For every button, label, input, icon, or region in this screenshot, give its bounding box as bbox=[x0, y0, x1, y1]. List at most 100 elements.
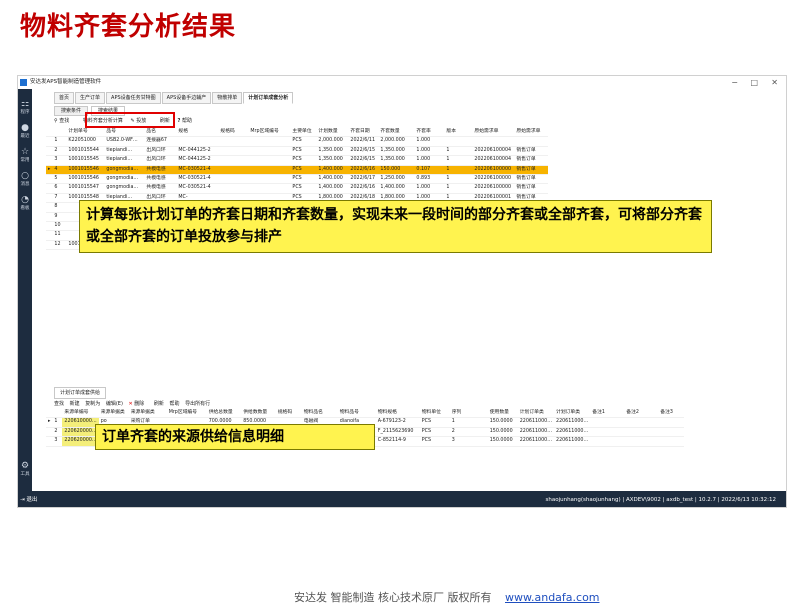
callout-supply-detail: 订单齐套的来源供给信息明细 bbox=[95, 424, 375, 450]
table-cell: 220611000… bbox=[517, 417, 555, 428]
table-cell: 2 bbox=[449, 427, 488, 438]
column-header[interactable]: 计划订单类 bbox=[554, 409, 591, 419]
sidebar-item-dashboard[interactable]: ◔ 看板 bbox=[18, 195, 32, 211]
supply-new-button[interactable]: 新建 bbox=[70, 401, 80, 407]
find-button[interactable]: ⚲ 查找 bbox=[54, 118, 75, 124]
table-cell: 150.000 bbox=[378, 165, 415, 176]
column-header[interactable]: 供给总数量 bbox=[206, 409, 242, 419]
table-cell bbox=[248, 174, 291, 185]
table-cell bbox=[248, 183, 291, 194]
minimize-button[interactable]: − bbox=[731, 76, 738, 89]
column-header[interactable]: 使用数量 bbox=[487, 409, 518, 419]
table-cell: A-679123-2 bbox=[375, 417, 420, 428]
table-row[interactable]: 5 1001015546 gongmodia… 共模电感 MC-030521-4 PCS 1… bbox=[46, 174, 549, 185]
tab-aps-manual[interactable]: APS设备手边辅产 bbox=[161, 92, 212, 104]
column-header[interactable]: 供给数数量 bbox=[241, 409, 276, 419]
column-header[interactable]: 物料单位 bbox=[419, 409, 450, 419]
table-cell: 1001015547 bbox=[66, 183, 105, 194]
column-header[interactable]: 来源单据类 bbox=[128, 409, 167, 419]
sidebar-item-logout[interactable]: ⇥ 退出 bbox=[20, 491, 38, 507]
table-header-row: 来源单编号 来源单据类 来源单据类 Mrp区域编号 供给总数量 供给数数量 规格码 物料品名物… bbox=[46, 409, 685, 419]
table-row[interactable]: ▸ 4 1001015546 gongmodia… 共模电感 MC-030521-4 PCS… bbox=[46, 165, 549, 176]
column-header[interactable]: 规格码 bbox=[218, 128, 249, 138]
table-cell: 1.000 bbox=[414, 155, 445, 166]
maximize-button[interactable]: □ bbox=[750, 76, 758, 89]
column-header[interactable]: 物料规格 bbox=[375, 409, 420, 419]
logout-icon: ⇥ bbox=[20, 497, 25, 503]
table-cell: 销售订单 bbox=[514, 183, 549, 194]
table-cell: 1 bbox=[449, 417, 488, 428]
tab-production-order[interactable]: 生产订单 bbox=[75, 92, 106, 104]
sidebar-item-recent[interactable]: ● 最近 bbox=[18, 123, 32, 139]
table-cell: MC-030521-4 bbox=[176, 165, 219, 176]
table-cell: 220611000… bbox=[554, 436, 591, 447]
table-cell: PCS bbox=[419, 427, 450, 438]
supply-delete-button[interactable]: ✕ 删除 bbox=[128, 401, 148, 407]
column-header[interactable]: Mrp区域编号 bbox=[248, 128, 291, 138]
supply-edit-button[interactable]: 编辑(E) bbox=[106, 401, 123, 407]
clock-icon: ● bbox=[21, 123, 29, 133]
column-header[interactable]: 物料品名 bbox=[301, 409, 338, 419]
table-cell: PCS bbox=[419, 436, 450, 447]
column-header[interactable]: 规格码 bbox=[275, 409, 302, 419]
column-header[interactable]: 齐套数量 bbox=[378, 128, 415, 138]
column-header[interactable]: Mrp区域编号 bbox=[166, 409, 207, 419]
table-cell: 2022/6/16 bbox=[348, 183, 379, 194]
column-header[interactable]: 齐套日期 bbox=[348, 128, 379, 138]
help-button[interactable]: ? 帮助 bbox=[178, 118, 199, 124]
tab-kit-analysis[interactable]: 计划订单成套分析 bbox=[243, 92, 294, 104]
column-header[interactable]: 来源单据类 bbox=[98, 409, 129, 419]
column-header[interactable]: 计划单号 bbox=[66, 128, 105, 138]
table-cell bbox=[248, 146, 291, 157]
column-header[interactable]: 备注2 bbox=[624, 409, 659, 419]
table-cell bbox=[624, 427, 659, 438]
table-row[interactable]: 2 1001015544 tiepiandi… 出风口环 MC-044125-2 PCS 1… bbox=[46, 146, 549, 157]
delete-icon: ✕ bbox=[128, 401, 133, 407]
export-all-button[interactable]: 导出所有行 bbox=[185, 401, 210, 407]
sidebar-item-tools[interactable]: ⚙ 工具 bbox=[18, 461, 32, 477]
column-header[interactable]: 备注3 bbox=[658, 409, 685, 419]
tab-gantt[interactable]: APS设备任务甘特图 bbox=[106, 92, 161, 104]
column-header[interactable]: 原始需求单 bbox=[514, 128, 549, 138]
column-header[interactable] bbox=[52, 409, 63, 419]
supply-copy-button[interactable]: 复制为 bbox=[85, 401, 100, 407]
table-row[interactable]: 3 1001015545 tiepiandi… 出风口环 MC-044125-2 PCS 1… bbox=[46, 155, 549, 166]
table-cell: 1,250.000 bbox=[378, 174, 415, 185]
column-header[interactable]: 版本 bbox=[444, 128, 473, 138]
column-header[interactable]: 原始需求单 bbox=[472, 128, 515, 138]
tab-kit-supply[interactable]: 计划订单成套供给 bbox=[54, 387, 107, 399]
sidebar-item-program[interactable]: ⚏ 程序 bbox=[18, 99, 32, 115]
column-header[interactable]: 品名 bbox=[144, 128, 177, 138]
table-cell bbox=[218, 165, 249, 176]
table-cell: 1 bbox=[444, 183, 473, 194]
column-header[interactable] bbox=[52, 128, 67, 138]
column-header[interactable]: 规格 bbox=[176, 128, 219, 138]
column-header[interactable]: 物料品号 bbox=[337, 409, 376, 419]
column-header[interactable]: 计划数量 bbox=[316, 128, 349, 138]
tab-home[interactable]: 首页 bbox=[54, 92, 75, 104]
close-button[interactable]: ✕ bbox=[771, 76, 778, 89]
table-cell: 6 bbox=[52, 183, 67, 194]
table-row[interactable]: 1 K22051000 USB2.0-WF… 连接器67 PCS 2,000.000 202… bbox=[46, 136, 549, 147]
column-header[interactable]: 序列 bbox=[449, 409, 488, 419]
table-cell: 1,350.000 bbox=[316, 146, 349, 157]
logout-label: 退出 bbox=[26, 497, 38, 503]
column-header[interactable]: 齐套率 bbox=[414, 128, 445, 138]
column-header[interactable]: 备注1 bbox=[590, 409, 625, 419]
column-header[interactable]: 品号 bbox=[104, 128, 145, 138]
table-row[interactable]: 6 1001015547 gongmodia… 共模电感 MC-030521-4 PCS 1… bbox=[46, 183, 549, 194]
table-cell: 202206100000 bbox=[472, 174, 515, 185]
supply-refresh-button[interactable]: 刷新 bbox=[154, 401, 164, 407]
status-db: axdb_test bbox=[666, 497, 694, 503]
column-header[interactable]: 来源单编号 bbox=[62, 409, 99, 419]
tab-material-scheduling[interactable]: 物散排单 bbox=[212, 92, 243, 104]
sidebar-item-favorites[interactable]: ☆ 常用 bbox=[18, 147, 32, 163]
table-cell: 220611000… bbox=[554, 417, 591, 428]
sidebar-item-messages[interactable]: ○ 消息 bbox=[18, 171, 32, 187]
column-header[interactable]: 主要单位 bbox=[290, 128, 317, 138]
supply-help-button[interactable]: 帮助 bbox=[170, 401, 180, 407]
column-header[interactable]: 计划订单类 bbox=[517, 409, 555, 419]
footer-link[interactable]: www.andafa.com bbox=[505, 591, 600, 604]
table-header-row: 计划单号 品号 品名 规格 规格码 Mrp区域编号 主要单位 计划数量 齐套日期 齐套数量 齐套率版… bbox=[46, 128, 549, 138]
supply-find-button[interactable]: 查找 bbox=[54, 401, 64, 407]
